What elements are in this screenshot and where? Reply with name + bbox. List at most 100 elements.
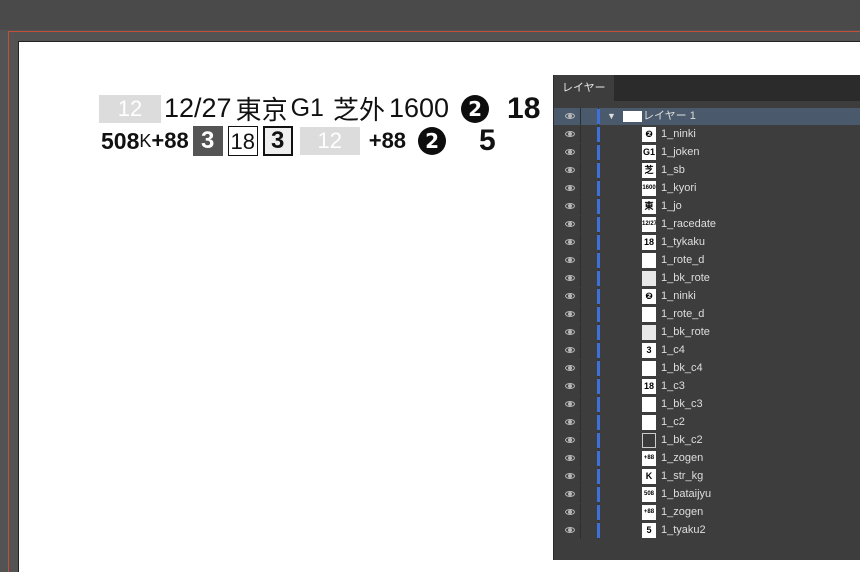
layer-row-parent[interactable]: ▼ レイヤー 1 [554,108,860,125]
eye-icon[interactable] [565,293,575,299]
layers-panel[interactable]: レイヤー ▼ レイヤー 1 ❷1_ninki G1 1_joken 芝外 1_sb160… [553,75,860,560]
layer-row[interactable]: 東京 1_jo [554,198,860,215]
race-info-row-2[interactable]: 508 K +88 3 18 3 12 +88 2 5 [101,124,496,158]
layer-thumbnail [642,307,656,322]
layer-row[interactable]: 12/27 1_racedate [554,216,860,233]
layer-row[interactable]: 1_rote_d [554,306,860,323]
layer-name[interactable]: 1_rote_d [661,252,704,269]
parent-layer-name[interactable]: レイヤー 1 [643,108,696,125]
layer-name[interactable]: 1_bk_c2 [661,432,703,449]
layer-name[interactable]: 1_racedate [661,216,716,233]
eye-icon[interactable] [565,257,575,263]
eye-icon[interactable] [565,527,575,533]
layer-row[interactable]: ❷ 1_ninki [554,288,860,305]
layer-name[interactable]: 1_sb [661,162,685,179]
layer-row[interactable]: 1_bk_rote [554,270,860,287]
layer-row[interactable]: 1_rote_d [554,252,860,269]
eye-icon[interactable] [565,401,575,407]
layer-thumbnail [642,433,656,448]
layer-color-bar [597,109,600,124]
eye-icon[interactable] [565,167,575,173]
layer-row[interactable]: 1_bk_c3 [554,396,860,413]
layer-row[interactable]: ❷ 1_ninki [554,126,860,143]
layer-row[interactable]: 5 1_tyaku2 [554,522,860,539]
race-info-row-1[interactable]: 12 12/27 東京 G1 芝外 1600 2 18 [99,90,540,127]
layer-row[interactable]: 芝外 1_sb [554,162,860,179]
layer-color-bar [597,235,600,250]
layer-row[interactable]: 18 1_c3 [554,378,860,395]
layer-thumbnail: 18 [642,379,656,394]
layer-color-bar [597,127,600,142]
layer-row[interactable]: 508 1_bataijyu [554,486,860,503]
layer-color-bar [597,487,600,502]
layer-name[interactable]: 1_rote_d [661,306,704,323]
gate-number: 18 [507,91,541,125]
layer-name[interactable]: 1_bk_c4 [661,360,703,377]
layer-thumbnail: 5 [642,523,656,538]
layer-name[interactable]: 1_bataijyu [661,486,711,503]
eye-icon[interactable] [565,419,575,425]
layer-thumbnail [642,271,656,286]
layer-name[interactable]: 1_c4 [661,342,685,359]
layer-row[interactable]: 1_bk_c4 [554,360,860,377]
layer-name[interactable]: 1_c3 [661,378,685,395]
layer-thumbnail [623,111,642,122]
layer-name[interactable]: 1_zogen [661,450,703,467]
layer-row[interactable]: +88 1_zogen [554,450,860,467]
eye-icon[interactable] [565,509,575,515]
layer-row[interactable]: G1 1_joken [554,144,860,161]
eye-icon[interactable] [565,131,575,137]
layer-color-bar [597,307,600,322]
eye-icon[interactable] [565,185,575,191]
kg-mark: K [139,130,152,151]
layer-color-bar [597,325,600,340]
eye-icon[interactable] [565,455,575,461]
layer-name[interactable]: 1_joken [661,144,700,161]
eye-icon[interactable] [565,239,575,245]
layer-name[interactable]: 1_tykaku [661,234,705,251]
layer-color-bar [597,253,600,268]
layer-name[interactable]: 1_tyaku2 [661,522,706,539]
eye-icon[interactable] [565,437,575,443]
layer-name[interactable]: 1_zogen [661,504,703,521]
eye-icon[interactable] [565,275,575,281]
eye-icon[interactable] [565,347,575,353]
layer-name[interactable]: 1_bk_rote [661,270,710,287]
layer-color-bar [597,217,600,232]
layer-name[interactable]: 1_kyori [661,180,696,197]
chevron-down-icon[interactable]: ▼ [607,108,616,125]
layer-row[interactable]: +88 1_zogen [554,504,860,521]
finish-position: 5 [479,124,496,157]
layer-row[interactable]: 18 1_tykaku [554,234,860,251]
layer-name[interactable]: 1_ninki [661,288,696,305]
layer-name[interactable]: 1_jo [661,198,682,215]
eye-icon[interactable] [565,473,575,479]
layer-name[interactable]: 1_bk_c3 [661,396,703,413]
eye-icon[interactable] [565,383,575,389]
eye-icon[interactable] [565,149,575,155]
popularity-badge: 2 [461,94,490,123]
layer-thumbnail: 芝外 [642,163,656,178]
layer-name[interactable]: 1_c2 [661,414,685,431]
layer-name[interactable]: 1_bk_rote [661,324,710,341]
layer-thumbnail: G1 [642,145,656,160]
eye-icon[interactable] [565,203,575,209]
eye-icon[interactable] [565,221,575,227]
layer-row[interactable]: 1_c2 [554,414,860,431]
corner2-box: 3 [262,126,293,156]
panel-tab-bar: レイヤー [554,75,860,101]
eye-icon[interactable] [565,491,575,497]
layer-row[interactable]: 1_bk_c2 [554,432,860,449]
layer-row[interactable]: 1_bk_rote [554,324,860,341]
layer-name[interactable]: 1_str_kg [661,468,703,485]
layer-name[interactable]: 1_ninki [661,126,696,143]
eye-icon[interactable] [565,365,575,371]
eye-icon[interactable] [565,113,575,119]
layer-row[interactable]: 1600 1_kyori [554,180,860,197]
tab-layers[interactable]: レイヤー [554,75,614,101]
eye-icon[interactable] [565,329,575,335]
layer-row[interactable]: 3 1_c4 [554,342,860,359]
layer-row[interactable]: K 1_str_kg [554,468,860,485]
eye-icon[interactable] [565,311,575,317]
layer-color-bar [597,397,600,412]
